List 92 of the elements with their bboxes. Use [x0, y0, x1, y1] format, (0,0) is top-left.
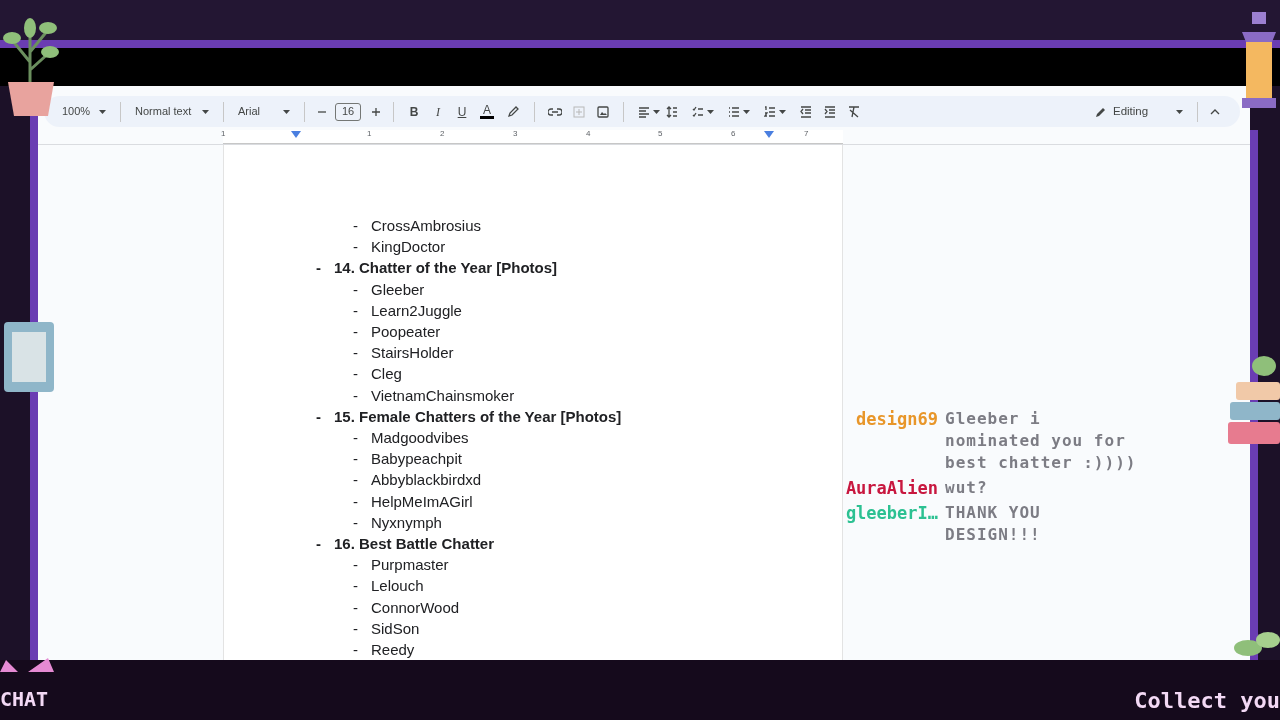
list-bullet: - [353, 217, 358, 234]
bold-button[interactable]: B [402, 102, 426, 121]
list-item: Madgoodvibes [371, 428, 469, 449]
list-item: Cleg [371, 364, 402, 385]
list-bullet: - [353, 598, 358, 616]
text-color-button[interactable]: A [475, 104, 499, 119]
list-item: Babypeachpit [371, 449, 462, 470]
list-bullet: - [316, 407, 321, 425]
caret-icon[interactable] [779, 109, 786, 114]
list-bullet: - [353, 323, 358, 340]
font-dropdown[interactable]: Arial [232, 99, 296, 124]
list-bullet: - [353, 280, 358, 298]
bulleted-list-icon[interactable] [728, 105, 740, 118]
list-bullet: - [316, 259, 321, 277]
caret-icon[interactable] [99, 109, 106, 114]
caret-icon[interactable] [202, 109, 209, 114]
list-item: Nyxnymph [371, 512, 442, 533]
list-bullet: - [353, 513, 358, 531]
image-icon[interactable] [597, 105, 609, 118]
ruler-number: 5 [658, 128, 663, 140]
pencil-icon [1095, 105, 1107, 118]
chat-message: wut? [945, 477, 989, 499]
ruler-number: 2 [440, 128, 445, 140]
list-item: Lelouch [371, 576, 424, 597]
list-item: HelpMeImAGirl [371, 491, 473, 512]
decrease-indent-icon[interactable] [800, 105, 812, 118]
caret-icon[interactable] [743, 109, 750, 114]
list-item: StairsHolder [371, 343, 454, 364]
editing-mode-dropdown[interactable]: Editing [1089, 98, 1189, 125]
style-dropdown[interactable]: Normal text [129, 99, 215, 124]
pen-icon[interactable] [507, 105, 519, 118]
list-bullet: - [353, 301, 358, 319]
chat-username: gleeberI… [844, 502, 938, 525]
ruler-number: 6 [731, 128, 736, 140]
list-bullet: - [353, 386, 358, 404]
list-item: SidSon [371, 618, 420, 639]
ruler-number: 3 [513, 128, 518, 140]
list-bullet: - [353, 641, 358, 659]
plus-icon[interactable] [371, 106, 381, 117]
checklist-icon[interactable] [692, 105, 704, 118]
caret-icon[interactable] [283, 109, 290, 114]
list-item: CrossAmbrosius [371, 216, 482, 236]
italic-button[interactable]: I [426, 102, 450, 121]
underline-button[interactable]: U [450, 102, 474, 121]
chat-message: Gleeber i nominated you for best chatter :)))) [945, 408, 1138, 474]
list-bullet: - [353, 344, 358, 362]
chat-username: AuraAlien [844, 477, 938, 499]
ruler-number: 7 [804, 128, 809, 140]
caret-icon[interactable] [1176, 109, 1183, 114]
line-spacing-icon[interactable] [666, 105, 678, 118]
caret-icon[interactable] [653, 109, 660, 114]
list-bullet: - [353, 429, 358, 447]
list-bullet: - [353, 577, 358, 595]
list-item: VietnamChainsmoker [371, 385, 515, 406]
zoom-dropdown[interactable]: 100% [56, 99, 112, 124]
list-item: Learn2Juggle [371, 300, 462, 321]
numbered-list-icon[interactable] [764, 105, 776, 118]
link-icon[interactable] [548, 107, 562, 116]
list-heading: 16. Best Battle Chatter [334, 534, 495, 555]
ticker-text: Collect you [1134, 687, 1280, 715]
list-item: Gleeber [371, 279, 425, 300]
collapse-icon[interactable] [1210, 108, 1220, 115]
list-item: Purpmaster [371, 555, 449, 576]
align-left-icon[interactable] [638, 105, 650, 118]
indent-marker-icon[interactable] [764, 131, 774, 138]
list-heading: 14. Chatter of the Year [Photos] [334, 258, 558, 279]
chat-label: CHAT [0, 686, 49, 713]
font-size-field[interactable]: 16 [335, 102, 361, 121]
increase-indent-icon[interactable] [824, 105, 836, 118]
list-bullet: - [353, 619, 358, 637]
ruler-number: 1 [221, 128, 226, 140]
list-item: Abbyblackbirdxd [371, 470, 482, 491]
list-heading: 15. Female Chatters of the Year [Photos] [334, 406, 622, 427]
list-item: KingDoctor [371, 237, 446, 258]
list-item: Poopeater [371, 322, 441, 342]
chat-message: THANK YOU DESIGN!!! [945, 502, 1042, 546]
clear-formatting-icon[interactable] [848, 105, 860, 118]
chat-username: design69 [855, 408, 938, 431]
list-bullet: - [353, 238, 358, 256]
list-bullet: - [316, 535, 321, 553]
list-bullet: - [353, 556, 358, 574]
cat-ears-icon [0, 656, 56, 672]
caret-icon[interactable] [707, 109, 714, 114]
list-item: Reedy [371, 640, 415, 660]
list-bullet: - [353, 471, 358, 489]
list-bullet: - [353, 492, 358, 510]
list-item: ConnorWood [371, 597, 460, 618]
ruler-number: 4 [586, 128, 591, 140]
list-bullet: - [353, 450, 358, 468]
indent-marker-icon[interactable] [291, 131, 301, 138]
list-bullet: - [353, 365, 358, 383]
ruler-number: 1 [367, 128, 372, 140]
